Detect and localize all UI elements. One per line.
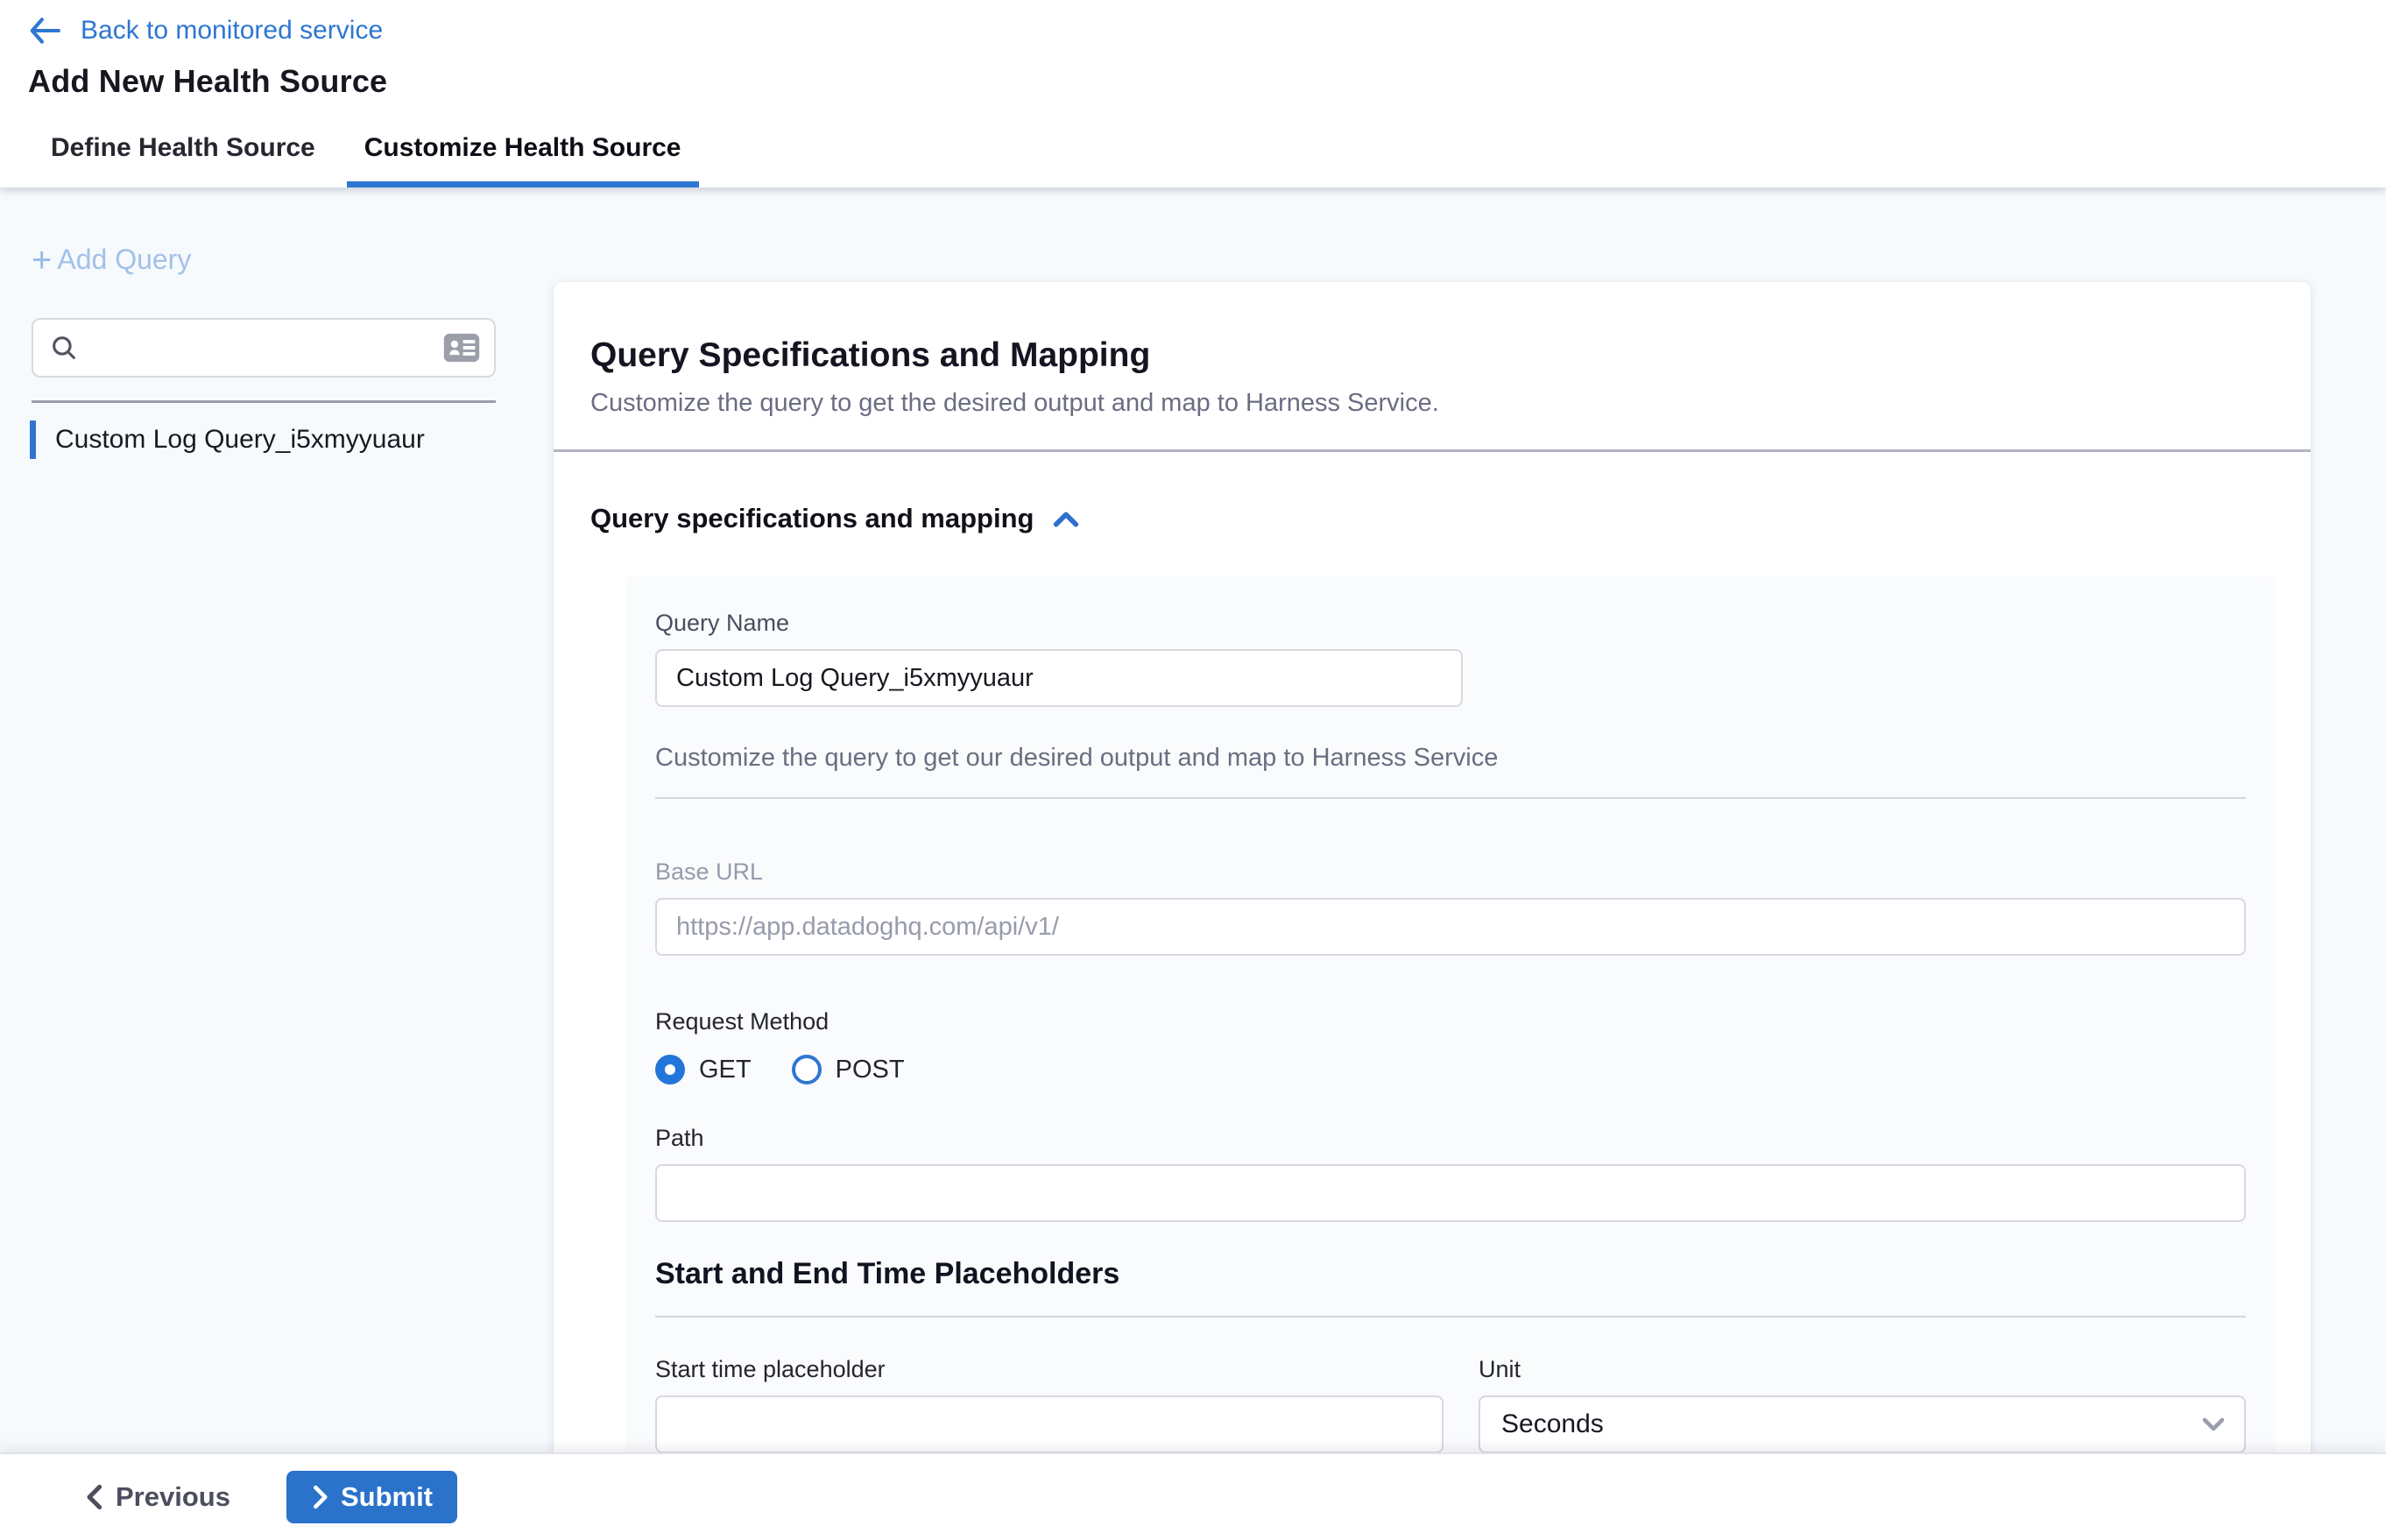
radio-option-get[interactable]: GET — [655, 1055, 752, 1084]
start-time-input[interactable] — [655, 1395, 1444, 1453]
add-query-button[interactable]: + Add Query — [32, 244, 191, 276]
radio-post-label: POST — [836, 1056, 905, 1084]
footer-action-bar: Previous Submit — [0, 1452, 2386, 1540]
placeholders-row: Start time placeholder Unit Seconds — [655, 1356, 2246, 1453]
query-list: Custom Log Query_i5xmyyuaur — [30, 417, 552, 463]
unit-label: Unit — [1479, 1356, 2246, 1383]
previous-button[interactable]: Previous — [84, 1481, 230, 1513]
query-spec-panel: Query Specifications and Mapping Customi… — [554, 282, 2311, 1540]
radio-selected-icon — [655, 1055, 685, 1084]
start-time-label: Start time placeholder — [655, 1356, 1444, 1383]
chevron-left-icon — [84, 1484, 103, 1510]
chevron-up-icon[interactable] — [1051, 506, 1081, 531]
query-name-input[interactable] — [655, 649, 1463, 707]
form-divider-2 — [655, 1316, 2246, 1317]
collapsible-section-header: Query specifications and mapping — [554, 452, 2311, 534]
tab-customize-health-source[interactable]: Customize Health Source — [347, 114, 699, 187]
page-title: Add New Health Source — [28, 63, 2386, 100]
tab-bar: Define Health Source Customize Health So… — [0, 114, 2386, 187]
chevron-down-icon — [2200, 1415, 2227, 1434]
back-to-monitored-service-link[interactable]: Back to monitored service — [28, 16, 383, 46]
radio-option-post[interactable]: POST — [792, 1055, 905, 1084]
radio-unselected-icon — [792, 1055, 822, 1084]
page-header: Back to monitored service Add New Health… — [0, 0, 2386, 114]
query-name-label: Query Name — [655, 610, 2246, 637]
section-title: Query specifications and mapping — [590, 503, 1034, 534]
card-view-toggle-icon[interactable] — [443, 333, 480, 363]
plus-icon: + — [32, 247, 52, 273]
submit-label: Submit — [341, 1481, 433, 1513]
unit-select-value: Seconds — [1501, 1409, 1604, 1439]
query-form-card: Query Name Customize the query to get ou… — [625, 576, 2276, 1540]
start-time-field: Start time placeholder — [655, 1356, 1444, 1453]
previous-label: Previous — [116, 1481, 230, 1513]
search-input[interactable] — [91, 321, 443, 374]
tab-define-health-source[interactable]: Define Health Source — [33, 114, 333, 187]
base-url-input[interactable] — [655, 898, 2246, 956]
search-icon — [49, 333, 79, 363]
arrow-left-icon — [28, 17, 61, 45]
back-link-label: Back to monitored service — [81, 16, 383, 46]
panel-subtitle: Customize the query to get the desired o… — [590, 389, 2274, 418]
unit-field: Unit Seconds — [1479, 1356, 2246, 1453]
panel-header: Query Specifications and Mapping Customi… — [554, 282, 2311, 418]
request-method-radio-group: GET POST — [655, 1055, 2246, 1084]
sidebar-divider — [32, 400, 496, 403]
placeholders-section-title: Start and End Time Placeholders — [655, 1257, 2246, 1291]
query-sidebar: + Add Query Custom Log Query_i5xmyyuaur — [0, 187, 552, 1452]
selected-indicator-bar — [30, 420, 36, 459]
add-query-label: Add Query — [57, 244, 191, 276]
query-search-box — [32, 318, 496, 378]
query-item-label: Custom Log Query_i5xmyyuaur — [55, 425, 425, 455]
base-url-label: Base URL — [655, 858, 2246, 886]
path-input[interactable] — [655, 1164, 2246, 1222]
path-label: Path — [655, 1125, 2246, 1152]
chevron-right-icon — [311, 1485, 328, 1509]
panel-title: Query Specifications and Mapping — [590, 336, 2274, 375]
submit-button[interactable]: Submit — [286, 1471, 457, 1523]
radio-get-label: GET — [699, 1056, 752, 1084]
request-method-label: Request Method — [655, 1008, 2246, 1035]
unit-select[interactable]: Seconds — [1479, 1395, 2246, 1453]
form-divider-1 — [655, 797, 2246, 799]
query-name-helper-text: Customize the query to get our desired o… — [655, 744, 2246, 773]
query-list-item-selected[interactable]: Custom Log Query_i5xmyyuaur — [30, 417, 552, 463]
